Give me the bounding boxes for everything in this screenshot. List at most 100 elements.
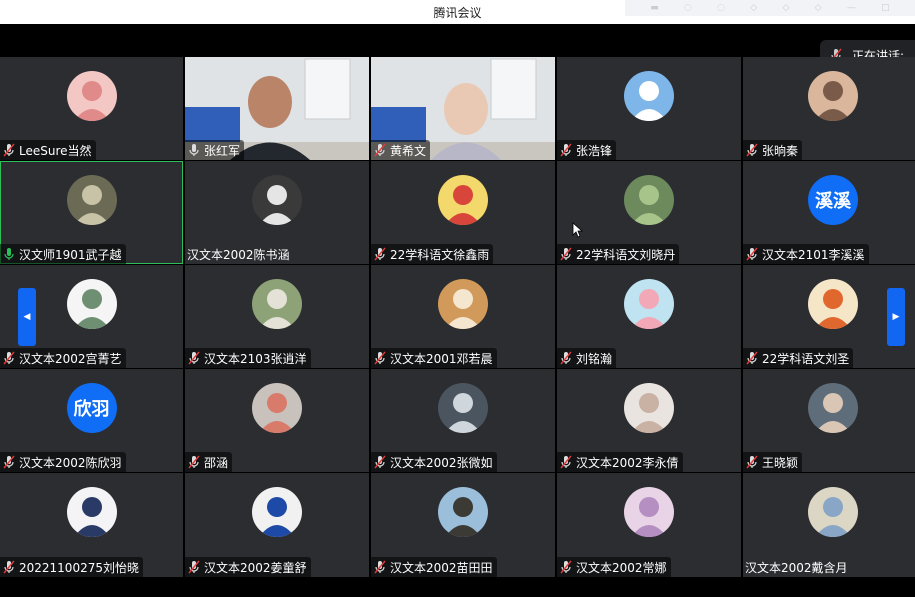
avatar: 欣羽 (66, 383, 117, 433)
participant-tile[interactable]: 黄希文 (371, 57, 555, 160)
mic-muted-icon (374, 247, 386, 261)
participant-name-tag: 张浩锋 (557, 140, 617, 160)
window-title: 腾讯会议 (433, 5, 482, 20)
mic-muted-icon (374, 143, 386, 157)
avatar (624, 279, 674, 329)
avatar (808, 71, 858, 121)
prev-page-button[interactable]: ◀ (18, 288, 36, 346)
maximize-icon[interactable]: □ (881, 3, 890, 13)
avatar-image (73, 81, 110, 121)
avatar-image (259, 289, 295, 329)
avatar (808, 383, 858, 433)
window-controls: ▬ ◌ ◌ ◇ ◇ ◇ — □ (625, 0, 915, 16)
toolbar-icon[interactable]: ◇ (815, 3, 822, 13)
avatar-image (445, 497, 481, 537)
mic-muted-icon (374, 560, 386, 574)
participant-tile[interactable]: 22学科语文刘晓丹 (557, 161, 741, 264)
participant-tile[interactable]: 邵涵 (185, 369, 369, 472)
avatar (252, 383, 302, 433)
participant-name-tag: 王晓颖 (743, 452, 803, 472)
avatar (252, 487, 302, 537)
participant-name: 汉文本2002姜童舒 (204, 560, 307, 575)
mic-muted-icon (746, 351, 758, 365)
mic-muted-icon (746, 143, 758, 157)
participant-name-tag: 汉文本2101李溪溪 (743, 244, 869, 264)
participant-tile[interactable]: 张晌秦 (743, 57, 915, 160)
avatar-image (73, 497, 110, 537)
avatar (66, 487, 117, 537)
participant-tile[interactable]: 张浩锋 (557, 57, 741, 160)
avatar-image (73, 185, 110, 225)
mic-muted-icon (188, 560, 200, 574)
participant-tile[interactable]: 汉文本2002姜童舒 (185, 473, 369, 577)
avatar: 溪溪 (808, 175, 858, 225)
next-page-button[interactable]: ▶ (887, 288, 905, 346)
participant-tile[interactable]: 汉文本2002李永倩 (557, 369, 741, 472)
toolbar-icon[interactable]: ◇ (750, 3, 757, 13)
mic-muted-icon (560, 247, 572, 261)
participant-tile[interactable]: 汉文本2002张微如 (371, 369, 555, 472)
participant-name: 张红军 (204, 143, 241, 158)
participant-name-tag: 汉文本2002张微如 (371, 452, 497, 472)
participant-tile[interactable]: LeeSure当然 (0, 57, 183, 160)
avatar (66, 175, 117, 225)
mic-muted-icon (3, 143, 15, 157)
participant-name: 汉文本2002李永倩 (576, 455, 679, 470)
avatar (624, 383, 674, 433)
participant-tile[interactable]: 汉文本2002常娜 (557, 473, 741, 577)
participant-name-tag: 汉文本2103张逍洋 (185, 348, 311, 368)
toolbar-icon[interactable]: ▬ (650, 3, 659, 13)
participant-name: 汉文本2002戴含月 (745, 560, 848, 575)
avatar (624, 71, 674, 121)
participant-name-tag: 刘铭瀚 (557, 348, 617, 368)
participant-name: 22学科语文刘圣 (762, 351, 850, 366)
participant-tile[interactable]: 欣羽 汉文本2002陈欣羽 (0, 369, 183, 472)
minimize-icon[interactable]: — (847, 3, 856, 13)
avatar (252, 175, 302, 225)
mic-muted-icon (3, 351, 15, 365)
participant-name-tag: 22学科语文刘晓丹 (557, 244, 680, 264)
participant-name: 汉文本2103张逍洋 (204, 351, 307, 366)
participant-tile[interactable]: 汉文本2103张逍洋 (185, 265, 369, 368)
participant-tile[interactable]: 溪溪 汉文本2101李溪溪 (743, 161, 915, 264)
avatar (624, 175, 674, 225)
toolbar-icon[interactable]: ◌ (717, 3, 725, 13)
chevron-left-icon: ◀ (23, 312, 31, 322)
participant-tile[interactable]: 汉文师1901武子越 (0, 161, 183, 264)
participant-name-tag: 邵涵 (185, 452, 233, 472)
participant-tile[interactable]: 汉文本2001邓若晨 (371, 265, 555, 368)
participant-name-tag: 张红军 (185, 140, 245, 160)
avatar-image (631, 497, 667, 537)
toolbar-icon[interactable]: ◇ (782, 3, 789, 13)
participant-name: 张浩锋 (576, 143, 613, 158)
participant-tile[interactable]: 20221100275刘怡晓 (0, 473, 183, 577)
participant-name: 汉文师1901武子越 (19, 247, 122, 262)
avatar-image (445, 289, 481, 329)
participant-name-tag: 汉文本2002陈书涵 (185, 244, 294, 264)
avatar-image (631, 289, 667, 329)
participant-grid: LeeSure当然 张红军 黄希文 张浩锋 张晌秦 汉文师1901武子越 汉文本… (0, 57, 915, 577)
participant-tile[interactable]: 张红军 (185, 57, 369, 160)
participant-tile[interactable]: 刘铭瀚 (557, 265, 741, 368)
participant-name-tag: 汉文本2002苗田田 (371, 557, 497, 577)
participant-name: 张晌秦 (762, 143, 799, 158)
participant-name: 黄希文 (390, 143, 427, 158)
participant-tile[interactable]: 22学科语文徐鑫雨 (371, 161, 555, 264)
mic-muted-icon (560, 143, 572, 157)
participant-name-tag: 22学科语文徐鑫雨 (371, 244, 494, 264)
participant-tile[interactable]: 王晓颖 (743, 369, 915, 472)
mic-muted-icon (3, 455, 15, 469)
avatar-image (815, 81, 851, 121)
participant-name-tag: 汉文本2002戴含月 (743, 557, 852, 577)
participant-name-tag: 汉文师1901武子越 (0, 244, 126, 264)
participant-tile[interactable]: 汉文本2002戴含月 (743, 473, 915, 577)
avatar-image (259, 497, 295, 537)
toolbar-icon[interactable]: ◌ (684, 3, 692, 13)
avatar (252, 279, 302, 329)
participant-tile[interactable]: 汉文本2002苗田田 (371, 473, 555, 577)
participant-name-tag: 黄希文 (371, 140, 431, 160)
participant-name: 邵涵 (204, 455, 229, 470)
participant-name-tag: 汉文本2002姜童舒 (185, 557, 311, 577)
participant-tile[interactable]: 汉文本2002陈书涵 (185, 161, 369, 264)
participant-name: 22学科语文徐鑫雨 (390, 247, 490, 262)
